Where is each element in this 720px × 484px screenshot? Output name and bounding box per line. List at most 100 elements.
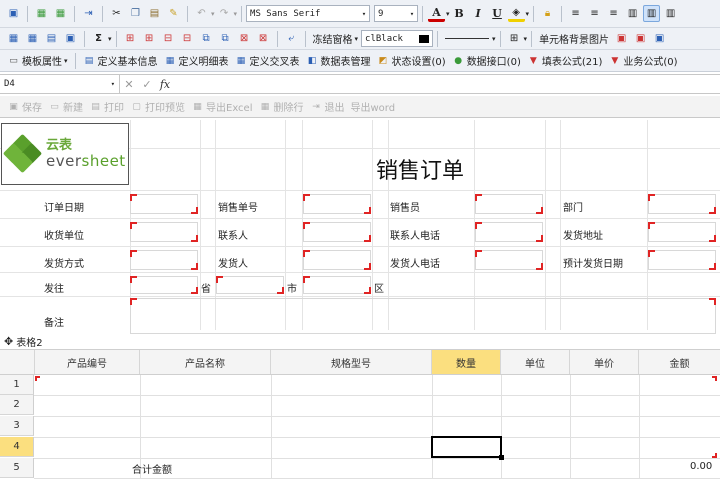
header-product-code[interactable]: 产品编号 (35, 350, 140, 374)
contact-field[interactable] (303, 222, 371, 242)
border-icon[interactable]: ⊞ (506, 30, 523, 47)
delete-row-button[interactable]: ▦ 删除行 (259, 99, 304, 115)
grid-green-2-icon[interactable]: ▦ (52, 5, 69, 22)
unmerge-icon[interactable]: ⧉ (217, 30, 234, 47)
header-price[interactable]: 单价 (570, 350, 639, 374)
header-product-name[interactable]: 产品名称 (140, 350, 271, 374)
font-name-select[interactable]: MS Sans Serif ▾ (246, 5, 371, 22)
fill-color-icon[interactable]: ◈ (507, 5, 525, 22)
contact-phone-field[interactable] (475, 222, 543, 242)
font-color-button[interactable]: A (428, 5, 446, 22)
move-icon[interactable]: ✥ (4, 335, 13, 348)
confirm-icon[interactable]: ✓ (138, 75, 156, 93)
align-left-icon[interactable]: ≡ (567, 5, 584, 22)
grid-green-icon[interactable]: ▦ (33, 5, 50, 22)
italic-button[interactable]: I (470, 5, 487, 22)
paste-icon[interactable]: ▤ (146, 5, 163, 22)
cut-icon[interactable]: ✂ (108, 5, 125, 22)
chevron-down-icon[interactable]: ▾ (492, 35, 496, 43)
header-amount[interactable]: 金额 (639, 350, 720, 374)
sum-button[interactable]: Σ (90, 30, 107, 47)
justify-icon[interactable]: ▥ (643, 5, 661, 22)
clear-2-icon[interactable]: ⊠ (255, 30, 272, 47)
line-style-select[interactable] (445, 38, 490, 39)
print-preview-button[interactable]: ▢ 打印预览 (130, 99, 185, 115)
delete-row-icon[interactable]: ⊟ (160, 30, 177, 47)
chevron-down-icon[interactable]: ▾ (524, 35, 528, 43)
bold-button[interactable]: B (451, 5, 468, 22)
order-date-field[interactable] (130, 194, 198, 214)
export-word-button[interactable]: 导出word (351, 99, 396, 114)
color-select[interactable]: clBlack (361, 30, 434, 47)
receiver-field[interactable] (130, 222, 198, 242)
table-tag[interactable]: ✥ 表格2 (4, 334, 47, 349)
table-icon[interactable]: ▦ (5, 30, 22, 47)
new-button[interactable]: ▭ 新建 (48, 99, 83, 115)
lock-icon[interactable]: 🔒︎ (539, 5, 556, 22)
table-2-icon[interactable]: ▦ (24, 30, 41, 47)
ship-date-field[interactable] (648, 250, 716, 270)
formula-input[interactable] (174, 75, 720, 93)
header-quantity[interactable]: 数量 (432, 350, 501, 374)
save-button[interactable]: ▣ 保存 (7, 99, 42, 115)
district-field[interactable] (303, 276, 371, 294)
delete-col-icon[interactable]: ⊟ (179, 30, 196, 47)
row-header-2[interactable]: 2 (0, 395, 34, 415)
define-cross-table-button[interactable]: ▦ 定义交叉表 (235, 53, 300, 69)
function-icon[interactable]: fx (156, 75, 174, 93)
merge-icon[interactable]: ⧉ (198, 30, 215, 47)
shipper-field[interactable] (303, 250, 371, 270)
copy-icon[interactable]: ❐ (127, 5, 144, 22)
image-icon[interactable]: ▣ (613, 30, 630, 47)
ship-address-field[interactable] (648, 222, 716, 242)
datatable-manage-button[interactable]: ◧ 数据表管理 (306, 53, 371, 69)
clear-icon[interactable]: ⊠ (236, 30, 253, 47)
cancel-icon[interactable]: ✕ (120, 75, 138, 93)
salesperson-field[interactable] (475, 194, 543, 214)
chevron-down-icon[interactable]: ▾ (446, 10, 450, 18)
row-header-3[interactable]: 3 (0, 416, 34, 436)
undo-icon[interactable]: ↶ (193, 5, 210, 22)
distribute-icon[interactable]: ▥ (624, 5, 641, 22)
city-field[interactable] (216, 276, 284, 294)
sheet-area[interactable]: 云表 eversheet 销售订单 订单日期 销售单号 销售员 部门 收货单位 … (0, 120, 720, 484)
chevron-down-icon[interactable]: ▾ (234, 10, 238, 18)
insert-col-icon[interactable]: ⊞ (141, 30, 158, 47)
export-excel-button[interactable]: ▦ 导出Excel (191, 99, 252, 115)
insert-row-icon[interactable]: ⊞ (122, 30, 139, 47)
fill-formula-button[interactable]: ▼ 填表公式(21) (527, 53, 603, 69)
header-spec[interactable]: 规格型号 (271, 350, 432, 374)
row-header-1[interactable]: 1 (0, 375, 34, 395)
freeze-panes-button[interactable]: 冻结窗格 ▾ (313, 31, 359, 47)
department-field[interactable] (648, 194, 716, 214)
template-properties-button[interactable]: ▭ 模板属性 ▾ (7, 53, 67, 69)
font-size-select[interactable]: 9 ▾ (374, 5, 419, 22)
biz-formula-button[interactable]: ▼ 业务公式(0) (608, 53, 677, 69)
header-unit[interactable]: 单位 (501, 350, 570, 374)
cell-bg-image-button[interactable]: 单元格背景图片 (539, 31, 609, 46)
align-right-icon[interactable]: ≡ (605, 5, 622, 22)
define-detail-table-button[interactable]: ▦ 定义明细表 (164, 53, 229, 69)
image-2-icon[interactable]: ▣ (632, 30, 649, 47)
image-3-icon[interactable]: ▣ (651, 30, 668, 47)
row-header-4[interactable]: 4 (0, 437, 34, 457)
justify-2-icon[interactable]: ▥ (662, 5, 679, 22)
province-field[interactable] (130, 276, 198, 294)
order-no-field[interactable] (303, 194, 371, 214)
redo-icon[interactable]: ↷ (216, 5, 233, 22)
wrap-icon[interactable]: ⤶ (283, 30, 300, 47)
table-4-icon[interactable]: ▣ (62, 30, 79, 47)
ship-method-field[interactable] (130, 250, 198, 270)
import-icon[interactable]: ⇥ (80, 5, 97, 22)
table-3-icon[interactable]: ▤ (43, 30, 60, 47)
save-icon[interactable]: ▣ (5, 5, 22, 22)
underline-button[interactable]: U (489, 5, 506, 22)
remark-field[interactable] (130, 298, 716, 334)
chevron-down-icon[interactable]: ▾ (526, 10, 530, 18)
format-painter-icon[interactable]: ✎ (165, 5, 182, 22)
chevron-down-icon[interactable]: ▾ (211, 10, 215, 18)
print-button[interactable]: ▤ 打印 (89, 99, 124, 115)
status-settings-button[interactable]: ◩ 状态设置(0) (377, 53, 446, 69)
selected-cell[interactable] (431, 436, 504, 460)
define-basic-info-button[interactable]: ▤ 定义基本信息 (83, 53, 158, 69)
